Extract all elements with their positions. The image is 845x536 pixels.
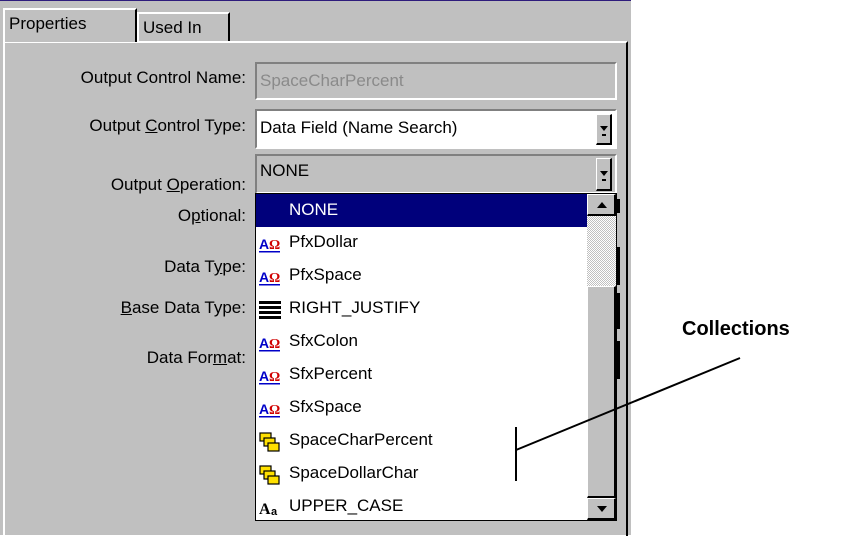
- collections-annotation: Collections: [682, 318, 790, 340]
- tab-properties[interactable]: Properties: [3, 8, 137, 42]
- tab-properties-label: Properties: [9, 14, 87, 33]
- annotation-overlay: [515, 357, 741, 481]
- collections-pointer-line: [515, 357, 741, 451]
